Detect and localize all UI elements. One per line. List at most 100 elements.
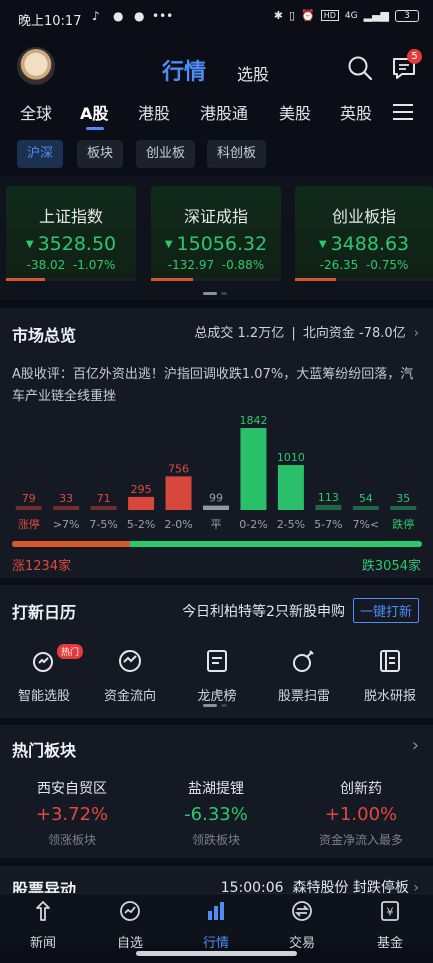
nav-label: 行情 xyxy=(202,936,229,951)
sector-tag: 资金净流入最多 xyxy=(318,833,403,847)
bar-value-label: 71 xyxy=(97,492,111,505)
index-card-sse[interactable]: 上证指数 ▼ 3528.50 -38.02 -1.07% xyxy=(6,186,136,281)
pager-dot-active xyxy=(203,704,217,707)
sector-item[interactable]: 盐湖提锂 -6.33% 领跌板块 xyxy=(151,778,281,848)
tool-research-report[interactable]: 脱水研报 xyxy=(347,648,433,704)
one-click-ipo-button[interactable]: 一键打新 xyxy=(352,598,419,623)
sector-name: 西安自贸区 xyxy=(37,781,107,797)
more-notifications-icon: ••• xyxy=(152,9,174,23)
market-summary[interactable]: 总成交 1.2万亿 | 北向资金 -78.0亿 › xyxy=(194,322,419,341)
hd-icon: HD xyxy=(320,10,339,21)
nav-news[interactable]: 新闻 xyxy=(13,900,73,951)
sector-tag: 领跌板块 xyxy=(191,833,240,847)
nav-label: 交易 xyxy=(288,936,315,951)
nav-fund[interactable]: ¥ 基金 xyxy=(360,900,420,951)
home-indicator[interactable] xyxy=(136,951,297,956)
bar-value-label: 35 xyxy=(396,492,410,505)
chevron-right-icon: › xyxy=(413,326,419,341)
pager-dot-active xyxy=(203,292,217,295)
tab-a-shares[interactable]: A股 xyxy=(80,100,108,124)
tool-label: 智能选股 xyxy=(17,689,70,704)
sector-item[interactable]: 创新药 +1.00% 资金净流入最多 xyxy=(296,778,426,848)
mine-sweep-icon xyxy=(293,650,314,672)
tool-label: 资金流向 xyxy=(103,689,156,704)
sector-tag: 领涨板块 xyxy=(47,833,96,847)
bar-category-label: 7%< xyxy=(352,518,379,531)
bar-4 xyxy=(165,476,192,510)
bar-value-label: 1842 xyxy=(239,414,267,427)
tool-mine-sweep[interactable]: 股票扫雷 xyxy=(261,648,347,704)
tool-capital-flow[interactable]: 资金流向 xyxy=(87,648,173,704)
index-breadth-up xyxy=(295,278,337,281)
index-name: 上证指数 xyxy=(38,207,103,226)
fund-icon: ¥ xyxy=(381,901,399,921)
market-comment[interactable]: A股收评：百亿外资出逃！沪指回调收跌1.07%，大蓝筹纷纷回落，汽车产业链全线重… xyxy=(12,364,422,408)
stock-picker-tab[interactable]: 选股 xyxy=(237,61,269,85)
index-change: -38.02 -1.07% xyxy=(26,258,116,272)
subtab-sectors[interactable]: 板块 xyxy=(77,140,124,168)
status-right: ✱ ▯ ⏰ HD 4G ▂▄▆ 3 xyxy=(274,9,419,22)
sector-name: 创新药 xyxy=(340,781,382,797)
index-value: ▼ 15056.32 xyxy=(164,233,268,255)
nav-watchlist[interactable]: 自选 xyxy=(100,900,160,951)
avatar[interactable] xyxy=(17,47,55,85)
stock-movers-card[interactable]: 股票异动 15:00:06 森特股份 封跌停板 › xyxy=(0,866,433,899)
index-breadth-bar xyxy=(151,278,281,281)
tab-hk-connect[interactable]: 港股通 xyxy=(200,100,248,124)
research-report-icon xyxy=(380,650,400,672)
status-bar: 晚上10:17 ♪ ● ● ••• ✱ ▯ ⏰ HD 4G ▂▄▆ 3 xyxy=(0,0,433,36)
capital-flow-icon xyxy=(119,650,141,672)
sector-change: +1.00% xyxy=(324,804,398,825)
bar-8 xyxy=(315,504,342,510)
index-card-szse[interactable]: 深证成指 ▼ 15056.32 -132.97 -0.88% xyxy=(151,186,281,281)
tab-hk[interactable]: 港股 xyxy=(138,100,170,124)
sector-change: +3.72% xyxy=(35,804,109,825)
bar-value-label: 99 xyxy=(209,492,223,505)
search-icon[interactable] xyxy=(347,55,373,81)
bar-category-label: 5-2% xyxy=(127,518,155,531)
svg-text:¥: ¥ xyxy=(387,906,394,919)
chevron-right-icon[interactable]: › xyxy=(412,735,419,756)
subtab-chinext[interactable]: 创业板 xyxy=(136,140,196,168)
market-overview-title: 市场总览 xyxy=(12,326,77,345)
ipo-summary: 今日利柏特等2只新股申购 一键打新 xyxy=(182,598,419,623)
carousel-pager xyxy=(0,292,433,296)
market-tabs: 全球 A股 港股 港股通 美股 英股 xyxy=(0,100,433,132)
nav-market[interactable]: 行情 xyxy=(186,900,246,951)
bar-value-label: 1010 xyxy=(277,451,305,464)
menu-icon[interactable] xyxy=(393,103,413,121)
ipo-info[interactable]: 今日利柏特等2只新股申购 xyxy=(182,601,345,621)
down-count: 跌3054家 xyxy=(361,559,421,574)
tool-dragon-tiger[interactable]: 龙虎榜 xyxy=(174,648,260,704)
bar-5 xyxy=(203,505,229,510)
down-arrow-icon: ▼ xyxy=(25,239,34,250)
tab-global[interactable]: 全球 xyxy=(20,100,52,124)
dragon-tiger-icon xyxy=(207,650,227,672)
tab-us[interactable]: 美股 xyxy=(279,100,311,124)
bar-7 xyxy=(277,465,304,510)
index-breadth-up xyxy=(6,278,45,281)
index-card-chinext[interactable]: 创业板指 ▼ 3488.63 -26.35 -0.75% xyxy=(295,186,433,281)
pager-dot xyxy=(221,292,227,295)
up-ratio-fill xyxy=(12,541,131,547)
index-breadth-up xyxy=(151,278,193,281)
alarm-icon: ⏰ xyxy=(301,9,315,22)
bar-category-label: 5-7% xyxy=(314,518,342,531)
sector-item[interactable]: 西安自贸区 +3.72% 领涨板块 xyxy=(7,778,137,848)
tools-pager xyxy=(0,704,433,708)
subtab-star-market[interactable]: 科创板 xyxy=(207,140,267,168)
tab-uk[interactable]: 英股 xyxy=(340,100,372,124)
down-arrow-icon: ▼ xyxy=(318,239,327,250)
index-change: -132.97 -0.88% xyxy=(167,258,265,272)
sector-name: 盐湖提锂 xyxy=(188,781,244,797)
bar-1 xyxy=(53,506,80,510)
nav-trade[interactable]: 交易 xyxy=(272,900,332,951)
nav-label: 自选 xyxy=(116,936,143,951)
subtab-shanghai-shenzhen[interactable]: 沪深 xyxy=(17,140,64,168)
up-count: 涨1234家 xyxy=(12,559,72,574)
bar-0 xyxy=(15,506,42,510)
bar-9 xyxy=(352,506,379,510)
index-change: -26.35 -0.75% xyxy=(319,258,409,272)
battery-icon: 3 xyxy=(395,9,419,22)
page-title[interactable]: 行情 xyxy=(162,54,206,86)
